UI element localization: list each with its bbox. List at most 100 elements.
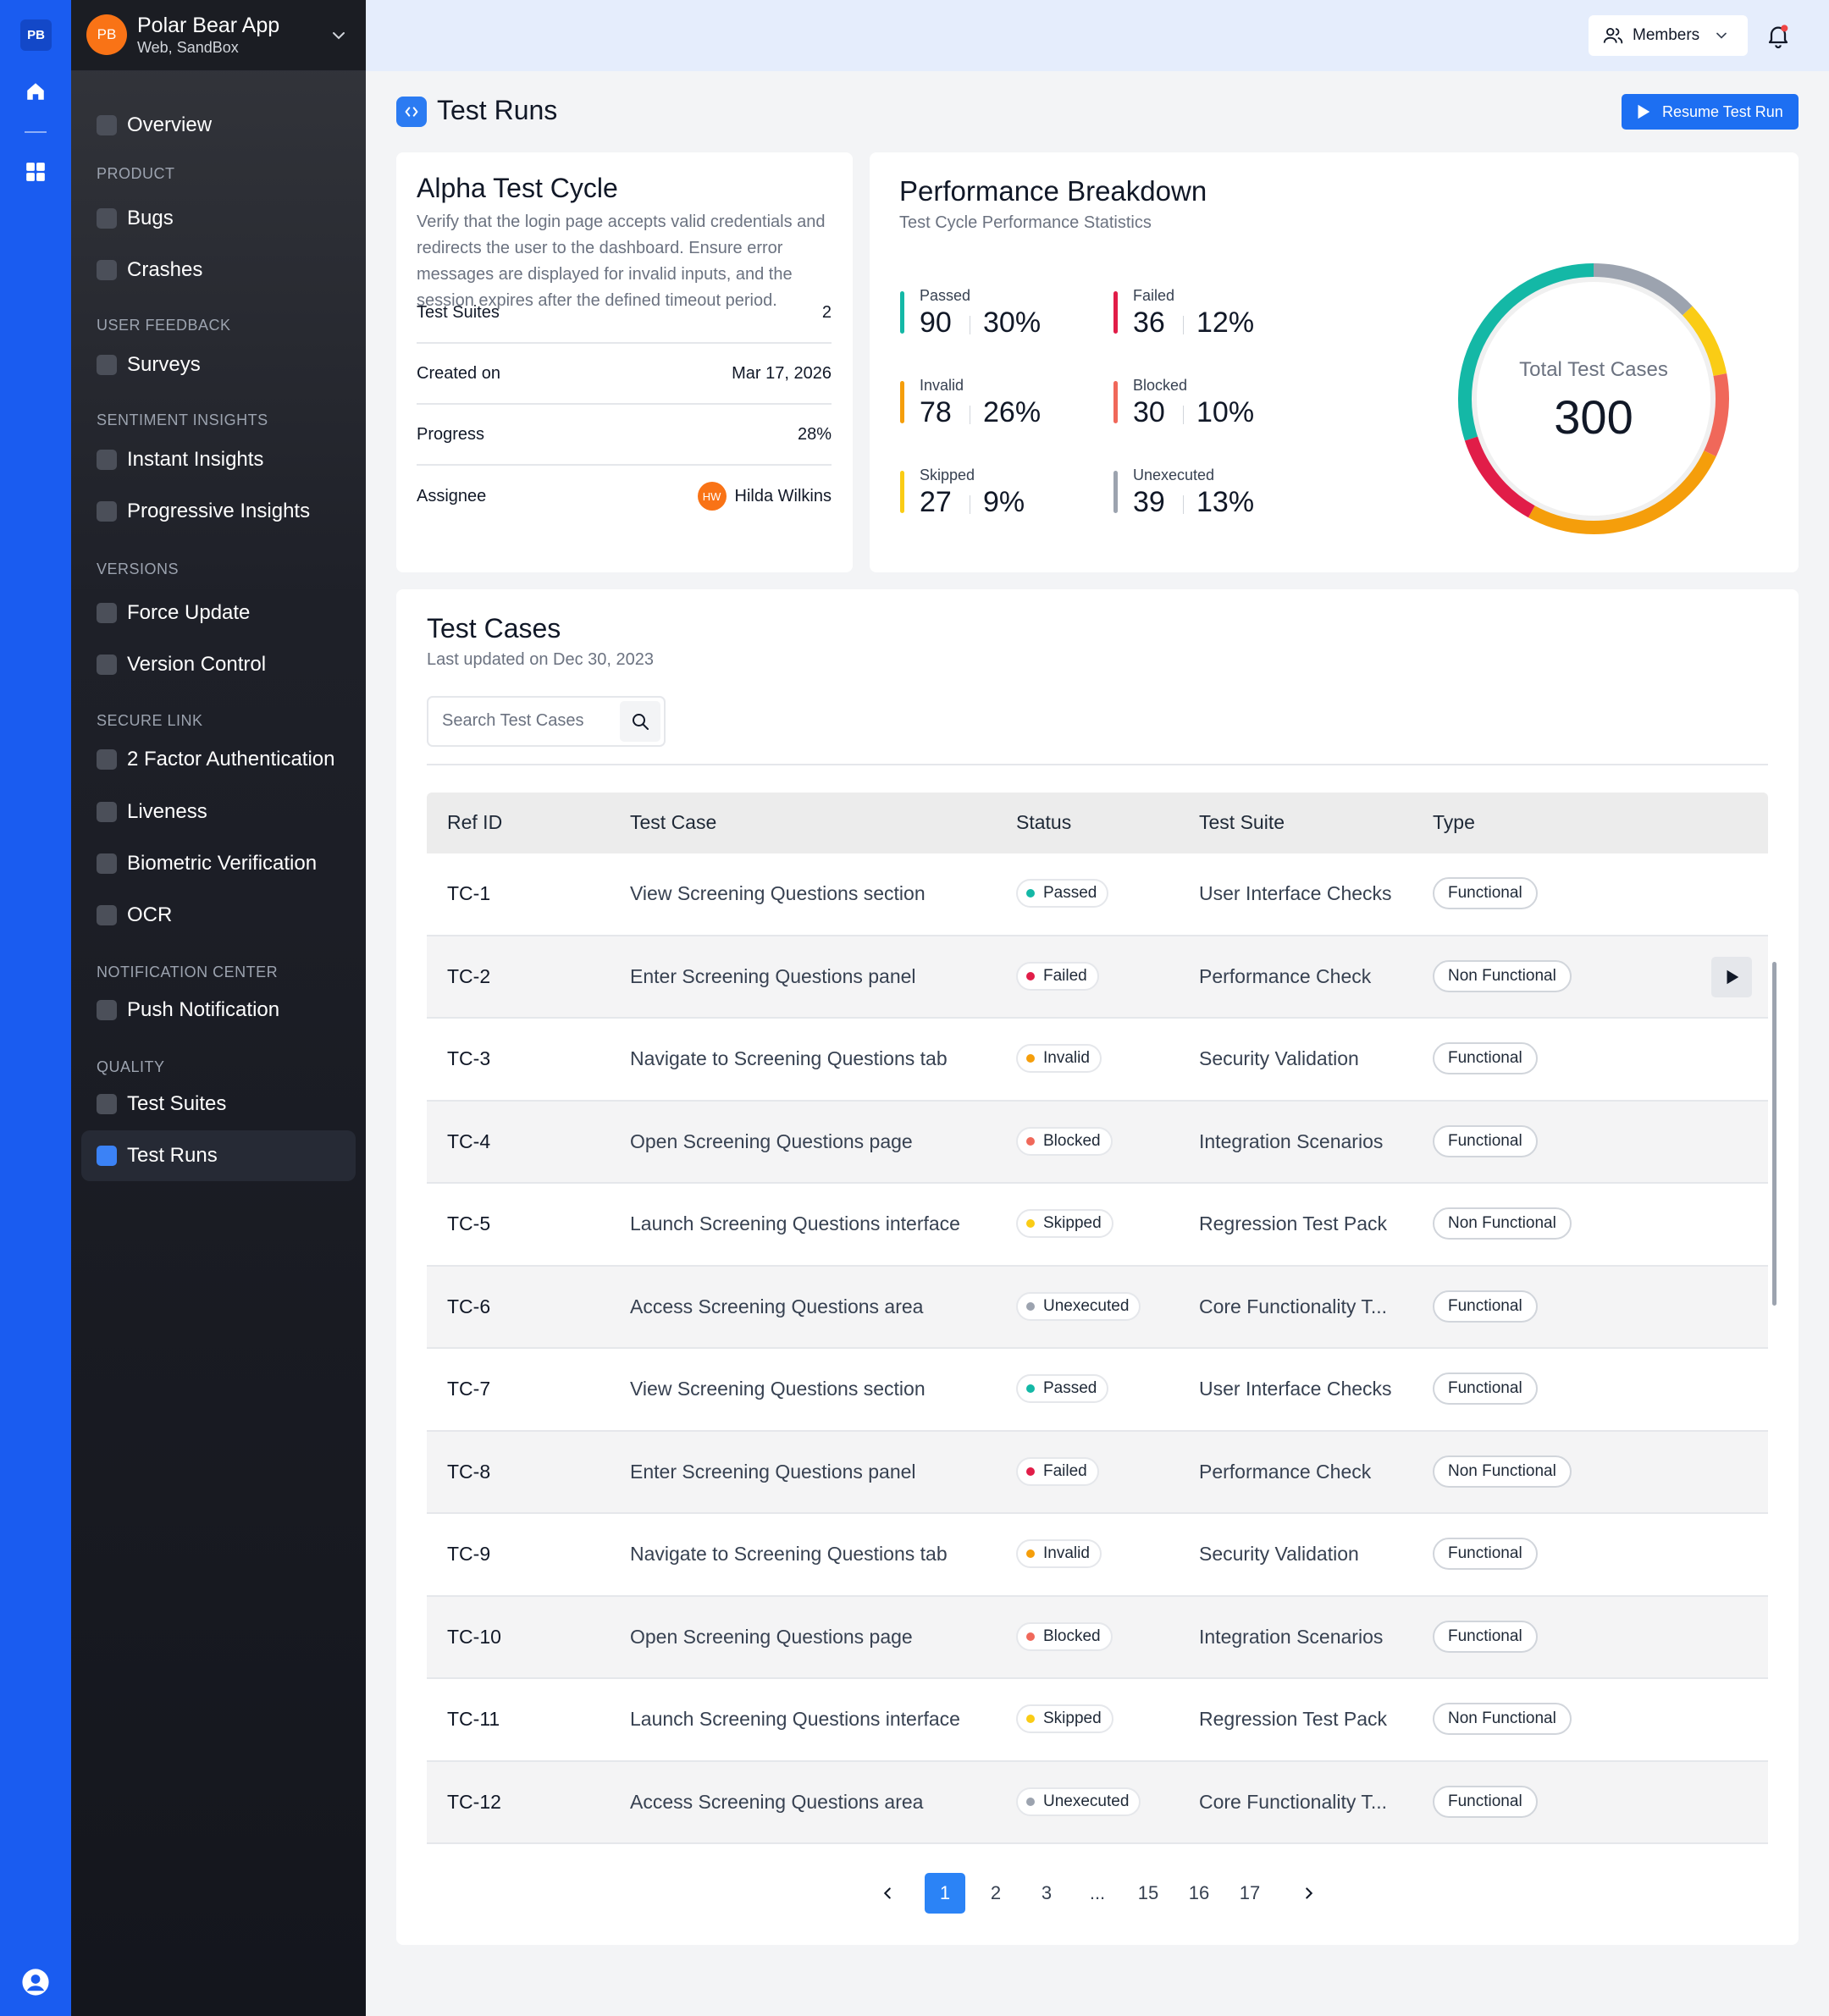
sidebar-item-label: Liveness bbox=[127, 800, 207, 823]
table-row[interactable]: TC-6 Access Screening Questions area Unexe… bbox=[427, 1266, 1768, 1349]
table-row[interactable]: TC-11 Launch Screening Questions interfac… bbox=[427, 1679, 1768, 1762]
sidebar-item-surveys[interactable]: Surveys bbox=[81, 340, 356, 390]
page-button-2[interactable]: 2 bbox=[975, 1873, 1016, 1914]
overview-icon bbox=[97, 115, 117, 135]
cycle-row-progress: Progress 28% bbox=[417, 405, 832, 466]
page-button-17[interactable]: 17 bbox=[1229, 1873, 1270, 1914]
sidebar-item-2-factor-authentication[interactable]: 2 Factor Authentication bbox=[81, 734, 356, 785]
ref-id: TC-7 bbox=[447, 1378, 491, 1400]
sidebar-item-crashes[interactable]: Crashes bbox=[81, 245, 356, 295]
page-button-16[interactable]: 16 bbox=[1179, 1873, 1219, 1914]
stat-percent: 26% bbox=[983, 396, 1042, 428]
search-icon bbox=[633, 714, 649, 730]
sidebar-section-notification-center: NOTIFICATION CENTER bbox=[97, 964, 279, 980]
run-test-case-button[interactable] bbox=[1711, 956, 1752, 997]
liveness-icon bbox=[97, 802, 117, 822]
table-row[interactable]: TC-10 Open Screening Questions page Blocke… bbox=[427, 1596, 1768, 1679]
test-case-name: Launch Screening Questions interface bbox=[630, 1212, 960, 1234]
status-text: Unexecuted bbox=[1043, 1792, 1130, 1810]
test-runs-icon bbox=[97, 1146, 117, 1166]
ref-id: TC-6 bbox=[447, 1295, 491, 1317]
type-badge: Functional bbox=[1433, 1373, 1538, 1405]
page-title: Test Runs bbox=[437, 95, 558, 125]
type-badge: Functional bbox=[1433, 1290, 1538, 1323]
column-header-test-case[interactable]: Test Case bbox=[630, 811, 716, 834]
page-button-15[interactable]: 15 bbox=[1128, 1873, 1169, 1914]
ref-id: TC-2 bbox=[447, 964, 491, 987]
performance-card: Performance Breakdown Test Cycle Perform… bbox=[870, 152, 1799, 572]
table-row[interactable]: TC-12 Access Screening Questions area Unex… bbox=[427, 1761, 1768, 1844]
stat-count: 39 bbox=[1133, 486, 1165, 518]
sidebar-item-liveness[interactable]: Liveness bbox=[81, 787, 356, 837]
surveys-icon bbox=[97, 355, 117, 375]
test-case-name: Enter Screening Questions panel bbox=[630, 1460, 916, 1483]
sidebar-item-push-notification[interactable]: Push Notification bbox=[81, 985, 356, 1036]
sidebar-item-version-control[interactable]: Version Control bbox=[81, 639, 356, 690]
sidebar-item-test-runs[interactable]: Test Runs bbox=[81, 1130, 356, 1181]
stat-percent: 10% bbox=[1196, 396, 1255, 428]
table-row[interactable]: TC-8 Enter Screening Questions panel Faile… bbox=[427, 1431, 1768, 1514]
apps-grid-icon[interactable] bbox=[24, 160, 47, 184]
sidebar-item-bugs[interactable]: Bugs bbox=[81, 193, 356, 244]
test-suite-name: Regression Test Pack bbox=[1199, 1212, 1388, 1234]
table-row[interactable]: TC-7 View Screening Questions section Pass… bbox=[427, 1349, 1768, 1432]
status-badge: Unexecuted bbox=[1016, 1787, 1141, 1816]
table-row[interactable]: TC-1 View Screening Questions section Pass… bbox=[427, 853, 1768, 936]
status-text: Skipped bbox=[1043, 1709, 1102, 1727]
home-icon[interactable] bbox=[24, 80, 47, 103]
table-row[interactable]: TC-2 Enter Screening Questions panel Faile… bbox=[427, 936, 1768, 1019]
stat-color-bar bbox=[900, 471, 904, 513]
test-suite-name: Regression Test Pack bbox=[1199, 1708, 1388, 1730]
table-row[interactable]: TC-9 Navigate to Screening Questions tab I… bbox=[427, 1514, 1768, 1597]
status-dot bbox=[1026, 1632, 1035, 1641]
user-profile-icon[interactable] bbox=[21, 1968, 50, 1997]
app-switcher[interactable]: PB Polar Bear App Web, SandBox bbox=[71, 0, 366, 71]
assignee[interactable]: HW Hilda Wilkins bbox=[697, 482, 832, 511]
performance-subtitle: Test Cycle Performance Statistics bbox=[899, 213, 1152, 232]
table-row[interactable]: TC-4 Open Screening Questions page Blocked… bbox=[427, 1101, 1768, 1184]
ref-id: TC-4 bbox=[447, 1130, 491, 1152]
assignee-name: Hilda Wilkins bbox=[734, 486, 832, 505]
status-badge: Invalid bbox=[1016, 1539, 1102, 1568]
test-suite-name: Core Functionality T... bbox=[1199, 1295, 1388, 1317]
2-factor-authentication-icon bbox=[97, 749, 117, 770]
stat-color-bar bbox=[900, 381, 904, 423]
status-text: Skipped bbox=[1043, 1214, 1102, 1232]
table-row[interactable]: TC-3 Navigate to Screening Questions tab I… bbox=[427, 1019, 1768, 1102]
table-scrollbar[interactable] bbox=[1772, 962, 1777, 1306]
test-suite-name: Core Functionality T... bbox=[1199, 1790, 1388, 1813]
members-dropdown[interactable]: Members bbox=[1589, 15, 1748, 56]
ref-id: TC-8 bbox=[447, 1460, 491, 1483]
column-header-status[interactable]: Status bbox=[1016, 811, 1071, 834]
sidebar-item-ocr[interactable]: OCR bbox=[81, 890, 356, 941]
sidebar-item-instant-insights[interactable]: Instant Insights bbox=[81, 434, 356, 485]
sidebar-item-overview[interactable]: Overview bbox=[81, 100, 356, 151]
column-header-type[interactable]: Type bbox=[1433, 811, 1475, 834]
page-button-3[interactable]: 3 bbox=[1026, 1873, 1067, 1914]
resume-test-run-button[interactable]: Resume Test Run bbox=[1622, 94, 1799, 130]
test-case-name: View Screening Questions section bbox=[630, 1378, 926, 1400]
sidebar-item-force-update[interactable]: Force Update bbox=[81, 588, 356, 638]
search-input[interactable] bbox=[442, 711, 620, 731]
column-header-test-suite[interactable]: Test Suite bbox=[1199, 811, 1285, 834]
sidebar-item-label: Push Notification bbox=[127, 998, 280, 1021]
sidebar-item-progressive-insights[interactable]: Progressive Insights bbox=[81, 486, 356, 537]
column-header-ref-id[interactable]: Ref ID bbox=[447, 811, 502, 834]
next-page-button[interactable] bbox=[1289, 1873, 1329, 1914]
stat-count: 36 bbox=[1133, 307, 1165, 339]
stat-color-bar bbox=[900, 291, 904, 334]
sidebar-item-biometric-verification[interactable]: Biometric Verification bbox=[81, 838, 356, 889]
table-row[interactable]: TC-5 Launch Screening Questions interface… bbox=[427, 1184, 1768, 1267]
ref-id: TC-12 bbox=[447, 1790, 501, 1813]
test-suite-name: Integration Scenarios bbox=[1199, 1130, 1384, 1152]
status-dot bbox=[1026, 1136, 1035, 1146]
sidebar-item-label: Bugs bbox=[127, 207, 174, 229]
ref-id: TC-9 bbox=[447, 1543, 491, 1565]
notification-bell-icon[interactable] bbox=[1765, 22, 1792, 49]
type-badge: Functional bbox=[1433, 1538, 1538, 1570]
search-button[interactable] bbox=[620, 701, 660, 742]
previous-page-button[interactable] bbox=[867, 1873, 908, 1914]
sidebar-item-test-suites[interactable]: Test Suites bbox=[81, 1079, 356, 1130]
page-button-1[interactable]: 1 bbox=[925, 1873, 965, 1914]
workspace-logo[interactable]: PB bbox=[20, 19, 52, 51]
